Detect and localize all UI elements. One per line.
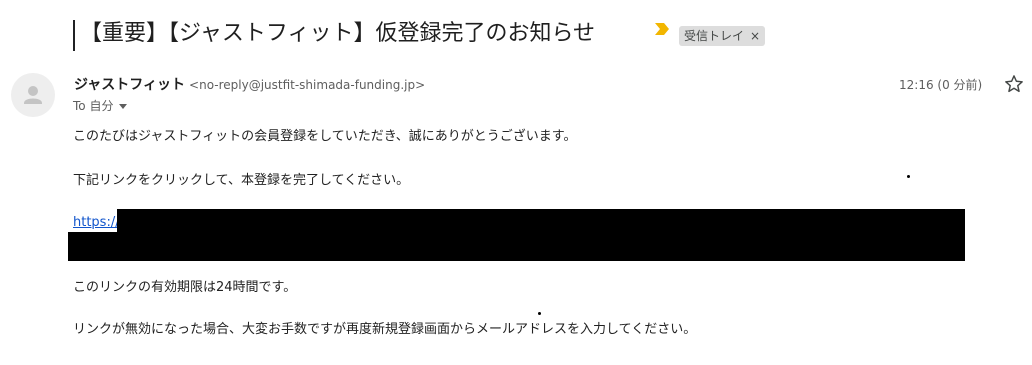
email-subject: 【重要】【ジャストフィット】仮登録完了のお知らせ: [80, 21, 596, 46]
sender-email: <no-reply@justfit-shimada-funding.jp>: [189, 78, 426, 92]
star-icon[interactable]: [1003, 73, 1025, 95]
inbox-label-text: 受信トレイ: [684, 29, 745, 43]
sender-info: ジャストフィット <no-reply@justfit-shimada-fundin…: [74, 75, 425, 95]
email-timestamp: 12:16 (0 分前): [899, 78, 983, 92]
recipient-text: To 自分: [73, 99, 114, 113]
body-line-fallback: リンクが無効になった場合、大変お手数ですが再度新規登録画面からメールアドレスを入…: [73, 322, 697, 337]
body-line-greeting: このたびはジャストフィットの会員登録をしていただき、誠にありがとうございます。: [73, 129, 577, 144]
body-line-expiry: このリンクの有効期限は24時間です。: [73, 280, 297, 295]
registration-link[interactable]: https://: [73, 214, 120, 232]
body-line-instruction: 下記リンクをクリックして、本登録を完了してください。: [73, 173, 410, 188]
subject-divider: [73, 20, 75, 51]
artifact-dot: [538, 312, 541, 315]
redaction-block: [117, 209, 965, 233]
recipient-details-toggle[interactable]: To 自分: [73, 97, 128, 115]
remove-label-icon[interactable]: ×: [750, 29, 760, 43]
chevron-down-icon[interactable]: [119, 104, 128, 109]
default-avatar-icon[interactable]: [11, 73, 55, 117]
inbox-label-chip[interactable]: 受信トレイ ×: [679, 26, 766, 46]
sender-name[interactable]: ジャストフィット: [74, 77, 185, 93]
artifact-dot: [907, 175, 910, 178]
redaction-block: [68, 232, 965, 261]
